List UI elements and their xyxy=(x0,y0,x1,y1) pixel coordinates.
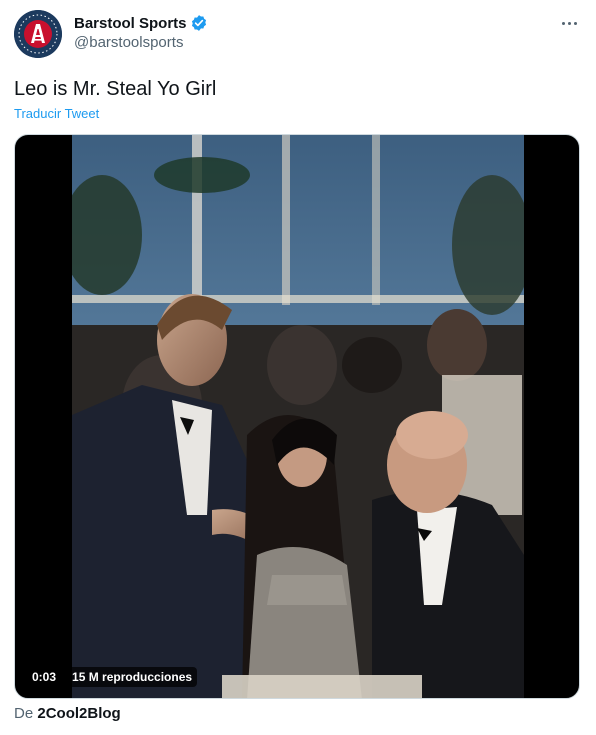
video-player[interactable]: 0:03 15 M reproducciones xyxy=(14,134,580,699)
more-horizontal-icon xyxy=(561,21,565,25)
video-thumbnail-image xyxy=(72,135,524,698)
source-account-link[interactable]: 2Cool2Blog xyxy=(37,705,120,722)
author-handle[interactable]: @barstoolsports xyxy=(74,34,208,51)
video-view-count: 15 M reproducciones xyxy=(67,667,198,687)
more-options-button[interactable] xyxy=(556,12,582,34)
translate-tweet-link[interactable]: Traducir Tweet xyxy=(14,106,99,121)
video-frame xyxy=(72,135,524,698)
author-avatar[interactable] xyxy=(14,10,62,58)
video-source: De 2Cool2Blog xyxy=(14,705,121,722)
source-prefix: De xyxy=(14,705,34,722)
video-elapsed-time: 0:03 xyxy=(27,667,62,687)
author-name-row: Barstool Sports xyxy=(74,13,208,33)
author-display-name[interactable]: Barstool Sports xyxy=(74,15,187,32)
tweet-text: Leo is Mr. Steal Yo Girl xyxy=(14,78,217,100)
tweet: Barstool Sports @barstoolsports Leo is M… xyxy=(0,0,596,735)
verified-badge-icon xyxy=(190,14,208,32)
author-block: Barstool Sports @barstoolsports xyxy=(74,13,208,51)
barstool-logo-icon xyxy=(14,10,62,58)
video-overlay: 0:03 15 M reproducciones xyxy=(27,666,198,688)
